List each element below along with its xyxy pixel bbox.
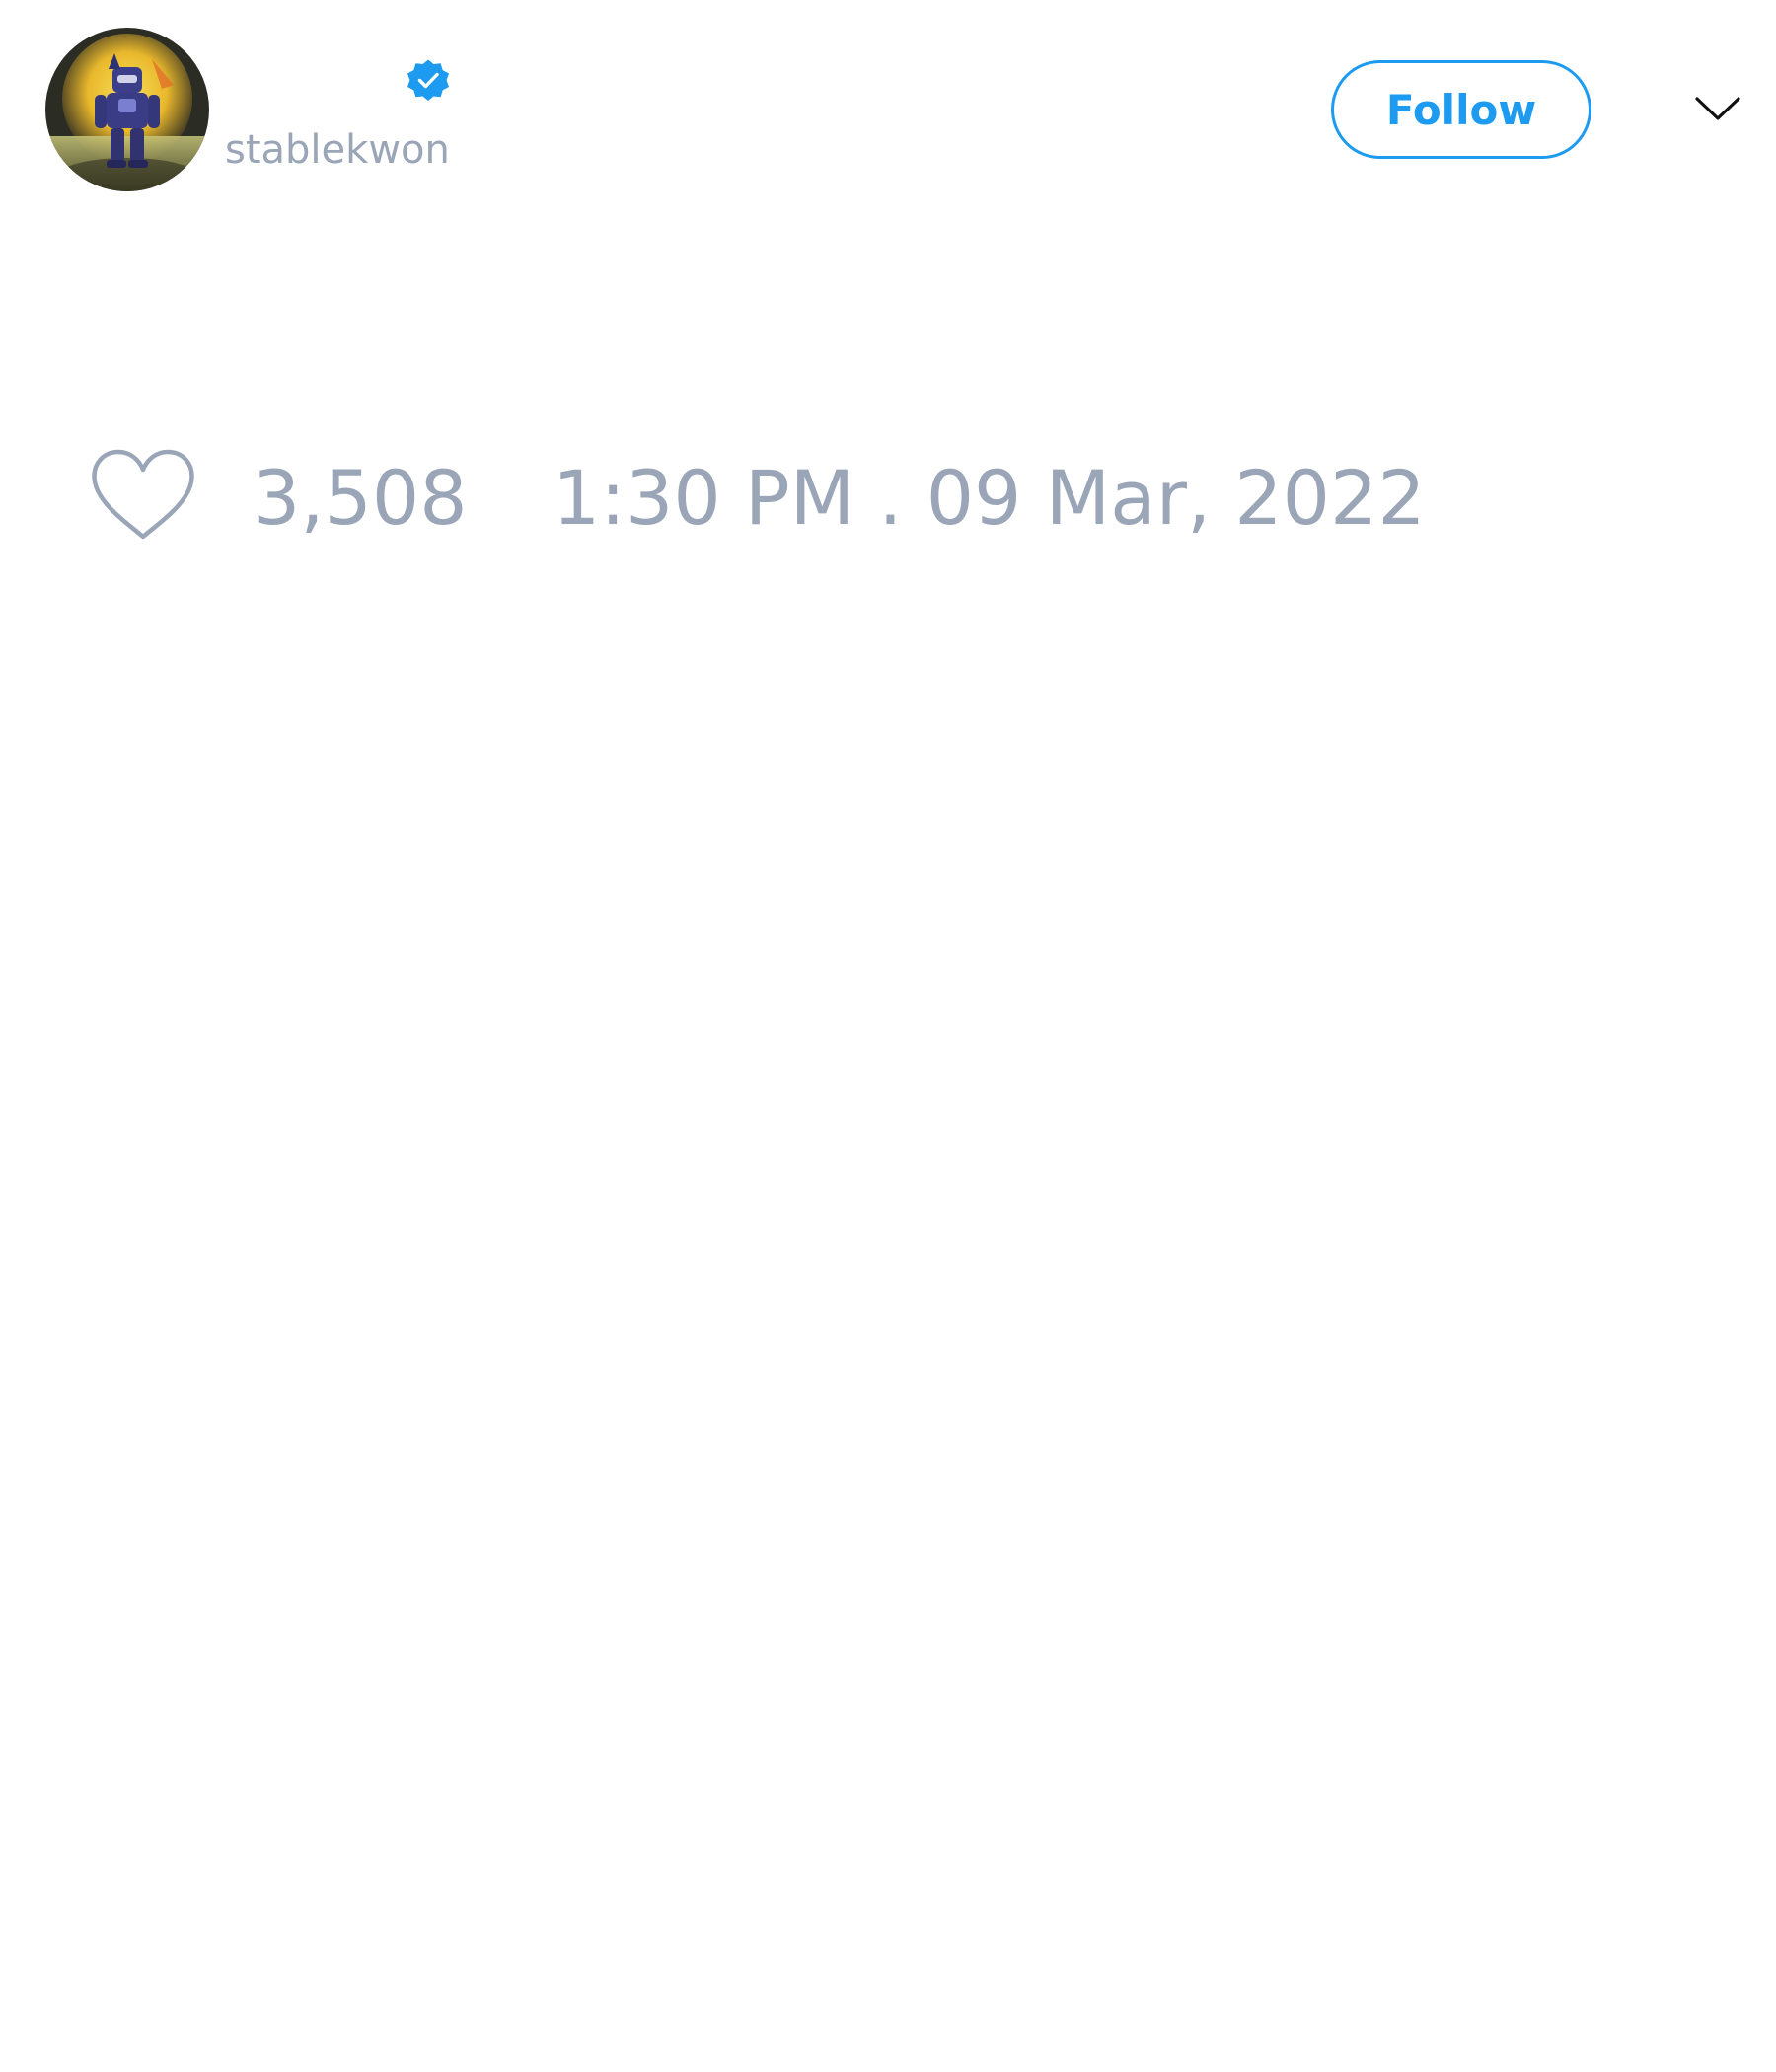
tweet-header: stablekwon Follow bbox=[0, 0, 1776, 227]
follow-button[interactable]: Follow bbox=[1331, 60, 1591, 159]
heart-icon[interactable] bbox=[89, 446, 197, 545]
like-count: 3,508 bbox=[253, 454, 468, 542]
tweet-embed: stablekwon Follow 3,508 1:30 PM . 09 Mar… bbox=[0, 0, 1776, 2072]
avatar[interactable] bbox=[45, 28, 209, 191]
chevron-down-icon[interactable] bbox=[1693, 89, 1742, 128]
author-handle[interactable]: stablekwon bbox=[225, 126, 450, 174]
tweet-timestamp[interactable]: 1:30 PM . 09 Mar, 2022 bbox=[553, 454, 1426, 543]
robot-avatar-icon bbox=[45, 28, 209, 191]
tweet-stats: 3,508 1:30 PM . 09 Mar, 2022 bbox=[0, 434, 1776, 562]
verified-badge-icon bbox=[405, 56, 452, 104]
